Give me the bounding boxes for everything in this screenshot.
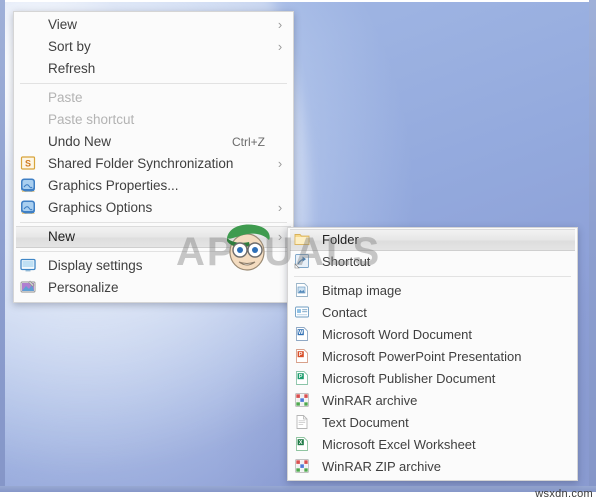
- desktop-context-menu[interactable]: View › Sort by › Refresh Paste Paste shortcut U…: [13, 11, 294, 303]
- new-submenu-separator: [294, 276, 571, 277]
- new-submenu-item-label: Text Document: [322, 415, 409, 430]
- personalize-icon: [20, 279, 42, 297]
- no-icon-placeholder: [20, 89, 42, 107]
- new-submenu-item-microsoft-word-document[interactable]: W Microsoft Word Document: [290, 324, 575, 346]
- folder-icon: [294, 231, 316, 249]
- new-submenu-item-microsoft-powerpoint-presentation[interactable]: P Microsoft PowerPoint Presentation: [290, 346, 575, 368]
- powerpoint-icon: P: [294, 348, 316, 366]
- context-menu-item-undo-new[interactable]: Undo New Ctrl+Z: [16, 131, 291, 153]
- no-icon-placeholder: [20, 111, 42, 129]
- new-submenu-item-label: WinRAR ZIP archive: [322, 459, 441, 474]
- window-frame-left: [0, 0, 5, 490]
- new-submenu-item-label: Shortcut: [322, 254, 371, 269]
- context-menu-item-display-settings[interactable]: Display settings: [16, 255, 291, 277]
- context-menu-item-label: Graphics Options: [48, 200, 153, 215]
- new-submenu-item-label: Microsoft Excel Worksheet: [322, 437, 476, 452]
- context-menu-item-personalize[interactable]: Personalize: [16, 277, 291, 299]
- context-menu-item-label: Graphics Properties...: [48, 178, 179, 193]
- context-menu-separator: [20, 222, 287, 223]
- bitmap-image-icon: [294, 282, 316, 300]
- context-menu-separator: [20, 83, 287, 84]
- contact-icon: [294, 304, 316, 322]
- no-icon-placeholder: [20, 133, 42, 151]
- new-submenu-item-bitmap-image[interactable]: Bitmap image: [290, 280, 575, 302]
- text-document-icon: [294, 414, 316, 432]
- svg-text:P: P: [299, 374, 303, 380]
- context-menu-item-label: Paste: [48, 90, 83, 105]
- context-menu-item-refresh[interactable]: Refresh: [16, 58, 291, 80]
- context-menu-item-shortcut: Ctrl+Z: [232, 135, 265, 149]
- winrar-icon: [294, 392, 316, 410]
- publisher-icon: P: [294, 370, 316, 388]
- excel-icon: X: [294, 436, 316, 454]
- context-menu-item-label: Shared Folder Synchronization: [48, 156, 234, 171]
- window-frame-bottom: [0, 486, 596, 492]
- no-icon-placeholder: [20, 16, 42, 34]
- no-icon-placeholder: [20, 228, 42, 246]
- new-submenu[interactable]: Folder Shortcut Bitmap image Contact W Micros…: [287, 227, 578, 481]
- context-menu-item-label: Sort by: [48, 39, 91, 54]
- new-submenu-item-contact[interactable]: Contact: [290, 302, 575, 324]
- shortcut-icon: [294, 253, 316, 271]
- context-menu-item-view[interactable]: View ›: [16, 14, 291, 36]
- context-menu-item-paste-shortcut: Paste shortcut: [16, 109, 291, 131]
- svg-text:X: X: [299, 440, 303, 446]
- display-settings-icon: [20, 257, 42, 275]
- context-menu-item-graphics-options[interactable]: Graphics Options ›: [16, 197, 291, 219]
- context-menu-item-label: New: [48, 229, 76, 244]
- context-menu-item-label: Undo New: [48, 134, 112, 149]
- context-menu-item-shared-folder-synchronization[interactable]: S Shared Folder Synchronization ›: [16, 153, 291, 175]
- context-menu-item-label: Paste shortcut: [48, 112, 135, 127]
- new-submenu-item-folder[interactable]: Folder: [290, 229, 575, 251]
- context-menu-separator: [20, 251, 287, 252]
- new-submenu-item-label: Folder: [322, 232, 359, 247]
- chevron-right-icon: ›: [277, 17, 283, 32]
- chevron-right-icon: ›: [277, 156, 283, 171]
- new-submenu-item-label: Bitmap image: [322, 283, 402, 298]
- context-menu-item-graphics-properties[interactable]: Graphics Properties...: [16, 175, 291, 197]
- graphics-options-icon: [20, 199, 42, 217]
- new-submenu-item-winrar-zip-archive[interactable]: WinRAR ZIP archive: [290, 456, 575, 478]
- new-submenu-item-label: Microsoft PowerPoint Presentation: [322, 349, 522, 364]
- new-submenu-item-label: WinRAR archive: [322, 393, 418, 408]
- new-submenu-item-label: Contact: [322, 305, 367, 320]
- new-submenu-item-microsoft-publisher-document[interactable]: P Microsoft Publisher Document: [290, 368, 575, 390]
- context-menu-item-label: Personalize: [48, 280, 119, 295]
- shared-folder-sync-icon: S: [20, 155, 42, 173]
- winrar-zip-icon: [294, 458, 316, 476]
- context-menu-item-label: Refresh: [48, 61, 96, 76]
- chevron-right-icon: ›: [277, 229, 283, 244]
- context-menu-item-label: View: [48, 17, 78, 32]
- context-menu-item-new[interactable]: New ›: [16, 226, 291, 248]
- svg-text:P: P: [299, 352, 303, 358]
- context-menu-item-paste: Paste: [16, 87, 291, 109]
- window-frame-right: [589, 0, 596, 490]
- chevron-right-icon: ›: [277, 200, 283, 215]
- word-document-icon: W: [294, 326, 316, 344]
- svg-text:S: S: [25, 159, 31, 169]
- graphics-properties-icon: [20, 177, 42, 195]
- new-submenu-item-label: Microsoft Word Document: [322, 327, 473, 342]
- new-submenu-item-text-document[interactable]: Text Document: [290, 412, 575, 434]
- chevron-right-icon: ›: [277, 39, 283, 54]
- screenshot-root: View › Sort by › Refresh Paste Paste shortcut U…: [0, 0, 596, 501]
- context-menu-item-sort-by[interactable]: Sort by ›: [16, 36, 291, 58]
- no-icon-placeholder: [20, 60, 42, 78]
- site-credit-text: wsxdn.com: [535, 488, 593, 500]
- no-icon-placeholder: [20, 38, 42, 56]
- context-menu-item-label: Display settings: [48, 258, 143, 273]
- new-submenu-item-microsoft-excel-worksheet[interactable]: X Microsoft Excel Worksheet: [290, 434, 575, 456]
- new-submenu-item-shortcut[interactable]: Shortcut: [290, 251, 575, 273]
- new-submenu-item-winrar-archive[interactable]: WinRAR archive: [290, 390, 575, 412]
- new-submenu-item-label: Microsoft Publisher Document: [322, 371, 496, 386]
